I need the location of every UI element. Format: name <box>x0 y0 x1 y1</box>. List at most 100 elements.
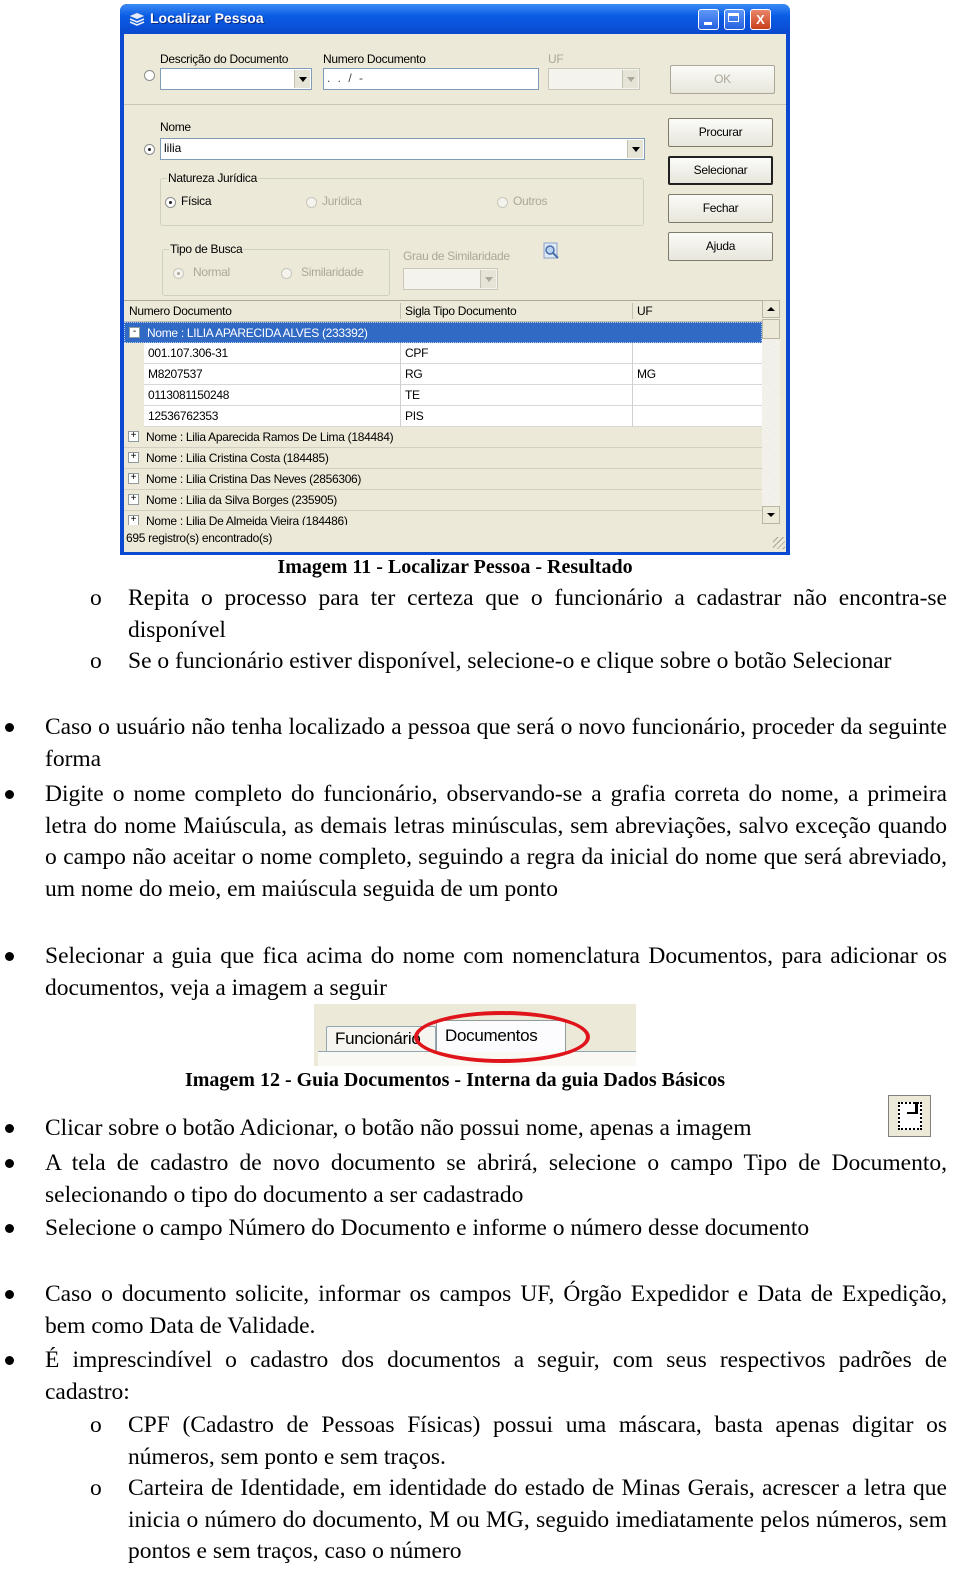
close-icon: X <box>756 12 765 27</box>
natureza-fisica-label: Física <box>181 194 212 208</box>
group-label: Nome : Lilia De Almeida Vieira (184486) <box>146 514 348 525</box>
tabs-screenshot: Funcionário Documentos <box>314 1004 636 1066</box>
paragraph-repita: Repita o processo para ter certeza que o… <box>128 585 947 643</box>
natureza-juridica-radio[interactable] <box>306 197 317 208</box>
collapse-toggle[interactable]: - <box>129 327 140 338</box>
table-row[interactable]: M8207537 RG MG <box>144 364 762 385</box>
group-label: Nome : Lilia da Silva Borges (235905) <box>146 493 338 507</box>
cell-divider <box>632 364 633 385</box>
expand-toggle[interactable]: + <box>128 515 139 525</box>
localizar-pessoa-window: Localizar Pessoa X Descrição do Document… <box>120 4 790 555</box>
group-row[interactable]: + Nome : Lilia Aparecida Ramos De Lima (… <box>124 427 762 448</box>
cell-divider <box>400 364 401 385</box>
fechar-button[interactable]: Fechar <box>668 194 773 223</box>
status-bar: 695 registro(s) encontrado(s) <box>124 526 786 550</box>
column-divider[interactable] <box>632 303 633 319</box>
minimize-icon <box>704 22 712 25</box>
numero-documento-input[interactable]: . . / - <box>323 68 539 90</box>
natureza-outros-radio[interactable] <box>497 197 508 208</box>
grau-similaridade-label: Grau de Similaridade <box>403 249 510 263</box>
maximize-icon <box>728 13 739 22</box>
column-header-uf[interactable]: UF <box>637 304 653 318</box>
table-row[interactable]: 0113081150248 TE <box>144 385 762 406</box>
column-header-sigla[interactable]: Sigla Tipo Documento <box>405 304 517 318</box>
column-header-numero[interactable]: Numero Documento <box>129 304 232 318</box>
chevron-down-icon[interactable] <box>294 70 310 88</box>
maximize-button[interactable] <box>724 9 745 30</box>
close-button[interactable]: X <box>750 9 771 30</box>
scroll-thumb[interactable] <box>762 319 780 339</box>
grau-similaridade-select[interactable] <box>403 268 498 290</box>
paragraph-campos-uf: Caso o documento solicite, informar os c… <box>45 1281 947 1339</box>
expand-toggle[interactable]: + <box>128 452 139 463</box>
paragraph-se-disponivel: Se o funcionário estiver disponível, sel… <box>128 648 892 674</box>
magnifier-icon[interactable] <box>542 242 560 260</box>
tipo-normal-radio[interactable] <box>173 268 184 279</box>
cell-numero: 12536762353 <box>148 409 219 423</box>
bullet <box>5 952 14 961</box>
group-row[interactable]: + Nome : Lilia Cristina Das Neves (28563… <box>124 469 762 490</box>
bullet <box>5 1356 14 1365</box>
title-bar[interactable]: Localizar Pessoa X <box>120 4 790 34</box>
natureza-fisica-radio[interactable] <box>165 197 176 208</box>
sub-bullet: o <box>90 585 102 611</box>
cell-sigla: TE <box>405 388 420 402</box>
figure-caption-12: Imagem 12 - Guia Documentos - Interna da… <box>184 1069 726 1091</box>
cell-sigla: RG <box>405 367 423 381</box>
expand-toggle[interactable]: + <box>128 431 139 442</box>
column-divider[interactable] <box>400 303 401 319</box>
paragraph-digite-nome: Digite o nome completo do funcionário, o… <box>45 781 947 902</box>
uf-select[interactable] <box>548 68 640 90</box>
group-label: Nome : Lilia Aparecida Ramos De Lima (18… <box>146 430 394 444</box>
sub-bullet: o <box>90 1412 102 1438</box>
group-row[interactable]: + Nome : Lilia da Silva Borges (235905) <box>124 490 762 511</box>
tipo-busca-group: Tipo de Busca Normal Similaridade <box>162 242 390 296</box>
group-row-selected[interactable]: - Nome : LILIA APARECIDA ALVES (233392) <box>124 322 762 343</box>
chevron-down-icon[interactable] <box>480 270 496 288</box>
paragraph-tela-cadastro: A tela de cadastro de novo documento se … <box>45 1150 947 1208</box>
group-row[interactable]: + Nome : Lilia De Almeida Vieira (184486… <box>124 511 762 525</box>
chevron-down-icon[interactable] <box>627 140 643 158</box>
cell-sigla: PIS <box>405 409 424 423</box>
add-document-icon[interactable] <box>888 1095 931 1137</box>
expand-toggle[interactable]: + <box>128 494 139 505</box>
chevron-down-icon[interactable] <box>622 70 638 88</box>
scroll-up-button[interactable] <box>762 300 780 318</box>
selecionar-button[interactable]: Selecionar <box>668 156 773 185</box>
table-row[interactable]: 001.107.306-31 CPF <box>144 343 762 364</box>
descricao-documento-label: Descrição do Documento <box>160 52 289 66</box>
table-row[interactable]: 12536762353 PIS <box>144 406 762 427</box>
nome-combobox[interactable]: lilia <box>160 138 645 160</box>
scroll-down-button[interactable] <box>762 506 780 524</box>
tipo-similaridade-radio[interactable] <box>281 268 292 279</box>
descricao-documento-select[interactable] <box>160 68 312 90</box>
resize-grip-icon[interactable] <box>773 537 785 549</box>
ajuda-button[interactable]: Ajuda <box>668 232 773 261</box>
bullet <box>5 1224 14 1233</box>
procurar-button[interactable]: Procurar <box>668 118 773 147</box>
minimize-button[interactable] <box>698 9 719 30</box>
ok-button[interactable]: OK <box>670 65 775 94</box>
expand-toggle[interactable]: + <box>128 473 139 484</box>
grid-vertical-scrollbar[interactable] <box>762 300 780 524</box>
group-label: Nome : LILIA APARECIDA ALVES (233392) <box>147 326 368 340</box>
name-search-radio[interactable] <box>144 144 155 155</box>
window-client-area: Descrição do Documento Numero Documento … <box>124 34 786 552</box>
bullet <box>5 1124 14 1133</box>
bullet <box>5 1290 14 1299</box>
cell-divider <box>400 343 401 364</box>
paragraph-carteira-identidade: Carteira de Identidade, em identidade do… <box>128 1475 947 1564</box>
cell-divider <box>400 406 401 427</box>
uf-label: UF <box>548 52 564 66</box>
cell-divider <box>632 343 633 364</box>
bullet <box>5 790 14 799</box>
tipo-normal-label: Normal <box>193 265 230 279</box>
document-search-radio[interactable] <box>144 70 155 81</box>
tipo-similaridade-label: Similaridade <box>301 265 364 279</box>
paragraph-clicar-adicionar: Clicar sobre o botão Adicionar, o botão … <box>45 1115 752 1141</box>
cell-numero: 0113081150248 <box>148 388 230 402</box>
group-row[interactable]: + Nome : Lilia Cristina Costa (184485) <box>124 448 762 469</box>
add-document-fold <box>907 1102 918 1114</box>
cell-sigla: CPF <box>405 346 429 360</box>
paragraph-numero-documento: Selecione o campo Número do Documento e … <box>45 1215 810 1241</box>
